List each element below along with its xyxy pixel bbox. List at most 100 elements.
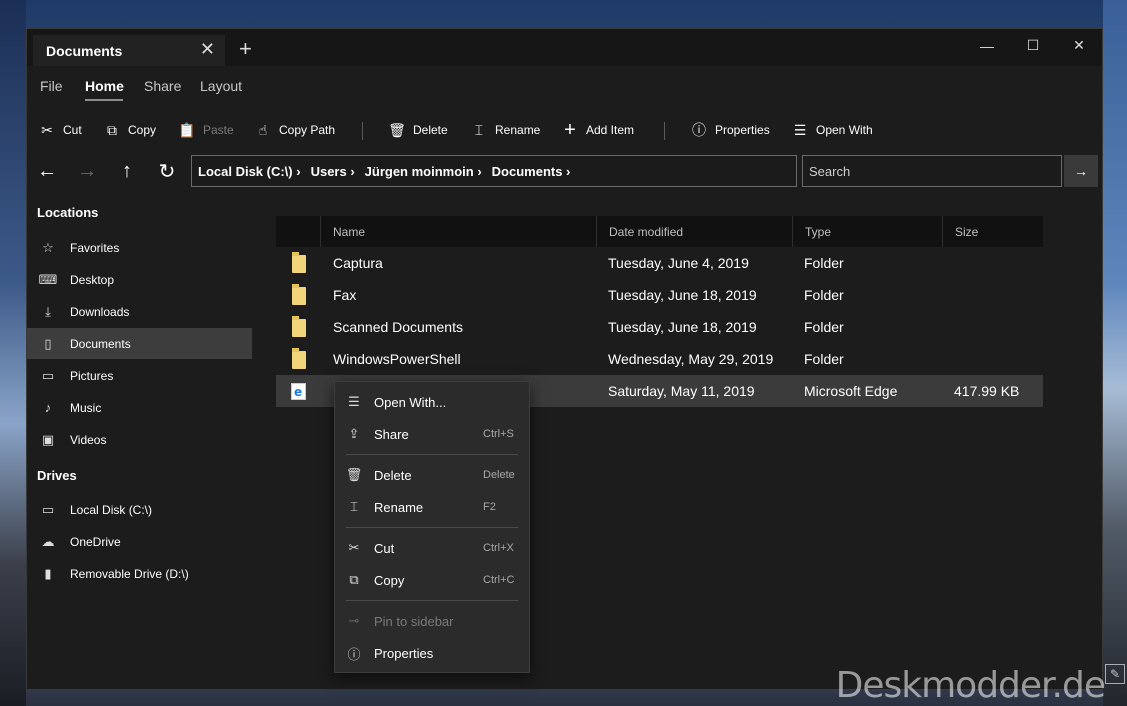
ctx-cut-shortcut: Ctrl+X (483, 542, 514, 554)
tab-documents[interactable]: Documents ✕ (33, 35, 225, 66)
rename-label: Rename (495, 123, 541, 137)
title-bar: Documents ✕ + — ☐ ✕ (27, 29, 1102, 66)
copy-button[interactable]: ⧉ Copy (104, 114, 156, 146)
menu-layout[interactable]: Layout (200, 78, 242, 94)
ctx-cut-label: Cut (374, 540, 395, 556)
file-date: Tuesday, June 4, 2019 (608, 255, 749, 271)
ctx-delete-shortcut: Delete (483, 469, 515, 481)
column-header-type[interactable]: Type (792, 216, 942, 247)
file-list-header: Name Date modified Type Size (276, 216, 1043, 247)
maximize-button[interactable]: ☐ (1010, 29, 1056, 62)
breadcrumb-users[interactable]: Users › (311, 164, 355, 179)
file-type: Folder (804, 319, 844, 335)
ctx-copy-shortcut: Ctrl+C (483, 574, 515, 586)
sidebar-item-local-disk[interactable]: ▭ Local Disk (C:\) (27, 494, 252, 525)
ctx-rename[interactable]: ⌶ Rename F2 (335, 491, 529, 523)
copy-icon: ⧉ (349, 572, 359, 587)
sidebar-item-label: Local Disk (C:\) (70, 502, 153, 517)
tab-close-icon[interactable]: ✕ (200, 39, 215, 60)
ribbon-menu: File Home Share Layout (27, 66, 1102, 106)
locations-header: Locations (37, 205, 99, 220)
sidebar-item-onedrive[interactable]: ☁ OneDrive (27, 526, 252, 557)
file-type: Folder (804, 351, 844, 367)
table-row[interactable]: WindowsPowerShell Wednesday, May 29, 201… (276, 343, 1043, 375)
sidebar-item-downloads[interactable]: ⤓ Downloads (27, 296, 252, 327)
forward-arrow-icon[interactable]: → (73, 157, 101, 185)
ctx-properties[interactable]: ⓘ Properties (335, 637, 529, 669)
rename-button[interactable]: ⌶ Rename (471, 114, 541, 146)
properties-button[interactable]: ⓘ Properties (691, 114, 770, 146)
copy-path-button[interactable]: ☝ Copy Path (255, 114, 335, 146)
folder-icon (292, 348, 306, 369)
column-header-name[interactable]: Name (320, 216, 596, 247)
film-icon: ▣ (41, 431, 55, 447)
ctx-copy[interactable]: ⧉ Copy Ctrl+C (335, 564, 529, 596)
file-date: Wednesday, May 29, 2019 (608, 351, 774, 367)
menu-file[interactable]: File (40, 78, 63, 94)
sidebar-item-music[interactable]: ♪ Music (27, 392, 252, 423)
pin-icon: ⊸ (348, 613, 360, 628)
up-arrow-icon[interactable]: ↑ (113, 157, 141, 185)
breadcrumb-user[interactable]: Jürgen moinmoin › (365, 164, 482, 179)
menu-home[interactable]: Home (85, 78, 124, 94)
sidebar-item-label: Music (70, 400, 102, 415)
ctx-pin-label: Pin to sidebar (374, 613, 454, 629)
file-name: Scanned Documents (333, 319, 463, 335)
refresh-icon[interactable]: ↻ (153, 157, 181, 185)
scissors-icon: ✂ (41, 121, 53, 138)
address-bar[interactable]: Local Disk (C:\) › Users › Jürgen moinmo… (191, 155, 797, 187)
navigation-bar: ← → ↑ ↻ Local Disk (C:\) › Users › Jürge… (27, 155, 1102, 187)
close-button[interactable]: ✕ (1056, 29, 1102, 62)
sidebar-item-removable-drive[interactable]: ▮ Removable Drive (D:\) (27, 558, 252, 589)
tab-title: Documents (46, 42, 123, 59)
table-row[interactable]: Fax Tuesday, June 18, 2019 Folder (276, 279, 1043, 311)
plus-icon: + (564, 118, 576, 141)
ctx-delete[interactable]: 🗑 Delete Delete (335, 459, 529, 491)
ctx-delete-label: Delete (374, 467, 412, 483)
ctx-pin-to-sidebar[interactable]: ⊸ Pin to sidebar (335, 605, 529, 637)
search-input[interactable] (802, 155, 1062, 187)
ctx-open-with[interactable]: ☰ Open With... (335, 386, 529, 418)
sidebar-item-label: Downloads (70, 304, 130, 319)
open-with-button[interactable]: ☰ Open With (792, 114, 873, 146)
ctx-share-label: Share (374, 426, 409, 442)
table-row[interactable]: Scanned Documents Tuesday, June 18, 2019… (276, 311, 1043, 343)
menu-share[interactable]: Share (144, 78, 181, 94)
add-item-button[interactable]: + Add Item (562, 114, 634, 146)
column-header-size[interactable]: Size (942, 216, 1043, 247)
open-with-label: Open With (816, 123, 873, 137)
file-type: Folder (804, 287, 844, 303)
sidebar-item-desktop[interactable]: ⌨ Desktop (27, 264, 252, 295)
minimize-button[interactable]: — (964, 29, 1010, 62)
sidebar-item-favorites[interactable]: ☆ Favorites (27, 232, 252, 263)
ctx-properties-label: Properties (374, 645, 434, 661)
column-header-date[interactable]: Date modified (596, 216, 792, 247)
table-row[interactable]: Captura Tuesday, June 4, 2019 Folder (276, 247, 1043, 279)
toolbar: ✂ Cut ⧉ Copy 📋 Paste ☝ Copy Path 🗑 Delet… (27, 114, 1102, 146)
delete-button[interactable]: 🗑 Delete (388, 114, 448, 146)
folder-icon (292, 284, 306, 305)
new-tab-button[interactable]: + (239, 36, 252, 62)
file-date: Tuesday, June 18, 2019 (608, 287, 757, 303)
ctx-copy-label: Copy (374, 572, 405, 588)
file-type: Folder (804, 255, 844, 271)
file-list: Name Date modified Type Size Captura Tue… (276, 216, 1043, 407)
sidebar-item-documents[interactable]: ▯ Documents (27, 328, 252, 359)
document-icon: ▯ (44, 335, 52, 351)
file-date: Saturday, May 11, 2019 (608, 383, 755, 399)
toolbar-separator (362, 122, 363, 140)
trash-icon: 🗑 (388, 121, 406, 138)
cut-button[interactable]: ✂ Cut (39, 114, 82, 146)
ctx-cut[interactable]: ✂ Cut Ctrl+X (335, 532, 529, 564)
breadcrumb-local-disk[interactable]: Local Disk (C:\) › (198, 164, 301, 179)
breadcrumb-documents[interactable]: Documents › (492, 164, 571, 179)
rename-icon: ⌶ (350, 499, 358, 514)
sidebar-item-pictures[interactable]: ▭ Pictures (27, 360, 252, 391)
hand-pointer-icon: ☝ (258, 121, 268, 138)
sidebar-item-videos[interactable]: ▣ Videos (27, 424, 252, 455)
paste-button[interactable]: 📋 Paste (178, 114, 233, 146)
ctx-share[interactable]: ⇪ Share Ctrl+S (335, 418, 529, 450)
back-arrow-icon[interactable]: ← (33, 157, 61, 185)
sidebar-item-label: Desktop (70, 272, 115, 287)
search-go-icon[interactable]: → (1064, 155, 1098, 187)
